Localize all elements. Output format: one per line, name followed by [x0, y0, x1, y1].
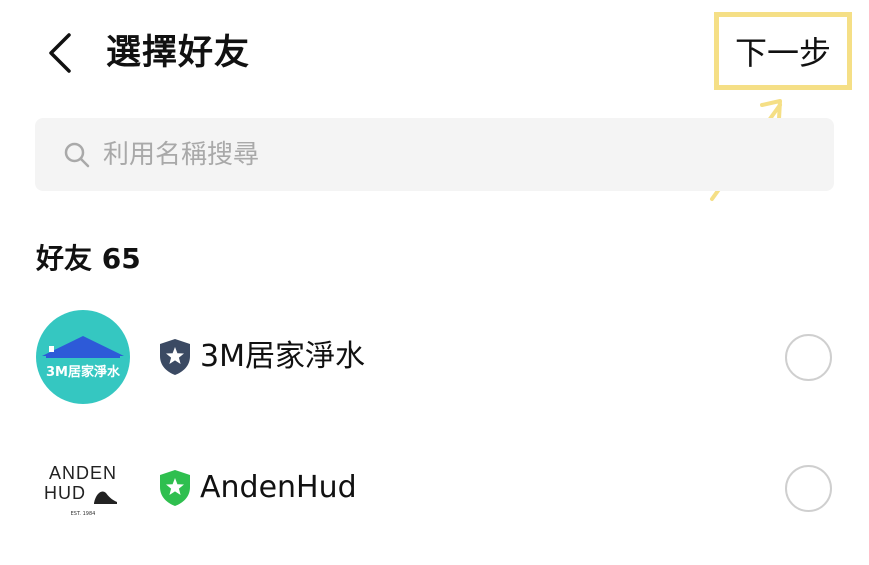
friend-row[interactable]: ANDEN HUD EST. 1984 AndenHud: [0, 433, 869, 543]
select-radio[interactable]: [785, 465, 832, 512]
avatar: ANDEN HUD EST. 1984: [36, 441, 130, 535]
shield-star-icon: [158, 338, 192, 376]
select-radio[interactable]: [785, 334, 832, 381]
avatar-logo-line1: ANDEN: [48, 463, 117, 483]
avatar-logo-est: EST. 1984: [70, 511, 96, 517]
search-bar[interactable]: [35, 118, 834, 191]
page-title: 選擇好友: [106, 33, 251, 73]
chevron-left-icon: [49, 33, 71, 73]
next-button[interactable]: 下一步: [714, 12, 852, 90]
friends-section-title: 好友 65: [36, 242, 141, 275]
friend-name: AndenHud: [200, 470, 357, 505]
shield-star-icon: [158, 469, 192, 507]
avatar: 3M居家淨水: [36, 310, 130, 404]
search-icon: [63, 141, 91, 169]
back-button[interactable]: [40, 28, 80, 78]
friend-row[interactable]: 3M居家淨水 3M居家淨水: [0, 302, 869, 412]
avatar-logo-line2: HUD: [44, 483, 86, 503]
seal-icon: [94, 491, 117, 504]
friend-name: 3M居家淨水: [200, 339, 365, 374]
search-input[interactable]: [103, 139, 703, 170]
avatar-logo-text: 3M居家淨水: [46, 365, 120, 380]
